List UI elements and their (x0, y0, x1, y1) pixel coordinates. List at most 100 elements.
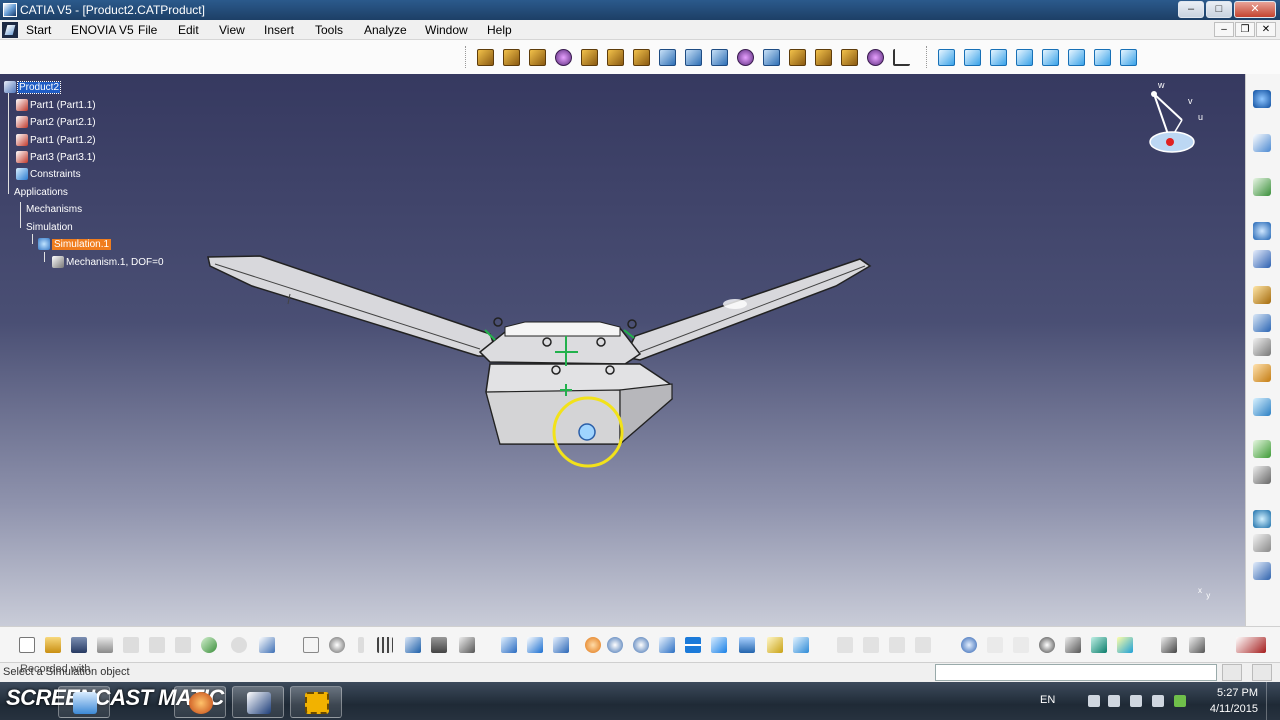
doc-restore-button[interactable]: ❐ (1235, 22, 1255, 37)
menu-analyze[interactable]: Analyze (364, 23, 407, 37)
clock-time[interactable]: 5:27 PM (1217, 687, 1258, 699)
cylindrical-joint-icon[interactable] (525, 46, 549, 68)
doc-minimize-button[interactable]: – (1214, 22, 1234, 37)
point-surface-joint-icon[interactable] (733, 46, 757, 68)
minimize-button[interactable]: – (1178, 1, 1204, 18)
axis-system-joint-icon[interactable] (889, 46, 913, 68)
redo-icon[interactable] (228, 635, 250, 655)
compass-widget[interactable]: w v u (1140, 80, 1210, 160)
3d-viewport[interactable]: Product2 Part1 (Part1.1) Part2 (Part2.1)… (0, 74, 1245, 626)
cv-joint-icon[interactable] (785, 46, 809, 68)
catalog-icon[interactable] (402, 635, 424, 655)
laws-icon[interactable] (1253, 534, 1273, 554)
status-button-2[interactable] (1252, 664, 1272, 681)
iso-view-icon[interactable] (934, 46, 958, 68)
sensors-icon[interactable] (1253, 440, 1273, 460)
show-desktop-button[interactable] (1266, 682, 1280, 720)
open-icon[interactable] (42, 635, 64, 655)
taskbar-catia-button[interactable] (232, 686, 284, 718)
named-views-icon[interactable] (1116, 46, 1140, 68)
revolute-joint-icon[interactable] (473, 46, 497, 68)
fly-mode-icon[interactable] (498, 635, 520, 655)
mechanism-analysis-icon[interactable] (1253, 398, 1273, 418)
rack-joint-icon[interactable] (837, 46, 861, 68)
network-icon[interactable] (1108, 695, 1120, 707)
menu-insert[interactable]: Insert (264, 23, 294, 37)
assembly-constraint-icon[interactable] (1253, 338, 1273, 358)
menu-start[interactable]: Start (26, 23, 51, 37)
3d-model[interactable] (0, 74, 1245, 626)
taskbar-screencast-button[interactable] (290, 686, 342, 718)
maximize-button[interactable]: □ (1206, 1, 1232, 18)
render-style-icon[interactable] (736, 635, 758, 655)
formula-icon[interactable] (300, 635, 322, 655)
zoom-in-icon[interactable] (604, 635, 626, 655)
back-view-icon[interactable] (986, 46, 1010, 68)
speeds-accelerations-icon[interactable] (1253, 364, 1273, 384)
tree-expand-icon[interactable] (456, 635, 478, 655)
fixed-part-icon[interactable] (1253, 314, 1273, 334)
doc-close-button[interactable]: ✕ (1256, 22, 1276, 37)
menu-file[interactable]: File (138, 23, 157, 37)
planar-joint-icon[interactable] (603, 46, 627, 68)
toolbar-grip[interactable] (926, 46, 929, 68)
clock-date[interactable]: 4/11/2015 (1210, 703, 1258, 715)
menu-tools[interactable]: Tools (315, 23, 343, 37)
mechanism-dressup-icon[interactable] (1253, 286, 1273, 306)
menu-help[interactable]: Help (487, 23, 512, 37)
right-view-icon[interactable] (1038, 46, 1062, 68)
lock-icon[interactable] (428, 635, 450, 655)
language-indicator[interactable]: EN (1040, 694, 1055, 706)
catia-workbench-icon[interactable] (1253, 90, 1273, 110)
menu-view[interactable]: View (219, 23, 245, 37)
paste-icon[interactable] (172, 635, 194, 655)
universal-joint-icon[interactable] (759, 46, 783, 68)
left-view-icon[interactable] (1012, 46, 1036, 68)
grid-icon[interactable] (374, 635, 396, 655)
copy-icon[interactable] (146, 635, 168, 655)
last-step-icon[interactable] (1010, 635, 1032, 655)
simulate-with-commands-icon[interactable] (1253, 250, 1273, 270)
zoom-out-icon[interactable] (630, 635, 652, 655)
roll-curve-joint-icon[interactable] (707, 46, 731, 68)
apply-material-icon[interactable] (1114, 635, 1136, 655)
taskbar-explorer-button[interactable] (58, 686, 110, 718)
material-icon[interactable] (1088, 635, 1110, 655)
search-icon[interactable] (1036, 635, 1058, 655)
catia-start-icon[interactable] (2, 22, 18, 38)
slide-curve-joint-icon[interactable] (681, 46, 705, 68)
flag-icon[interactable] (1130, 695, 1142, 707)
prismatic-joint-icon[interactable] (499, 46, 523, 68)
manipulation-icon[interactable] (1253, 178, 1273, 198)
quick-view-icon[interactable] (708, 635, 730, 655)
swap-space-icon[interactable] (790, 635, 812, 655)
top-view-icon[interactable] (1064, 46, 1088, 68)
distance-band-icon[interactable] (1253, 562, 1273, 582)
catia-app-icon[interactable] (3, 3, 17, 17)
rotate-icon[interactable] (582, 635, 604, 655)
select-arrow-icon[interactable] (1253, 134, 1273, 154)
first-step-icon[interactable] (984, 635, 1006, 655)
exit-icon[interactable] (1186, 635, 1208, 655)
new-icon[interactable] (16, 635, 38, 655)
spherical-joint-icon[interactable] (577, 46, 601, 68)
power-input-field[interactable] (935, 664, 1217, 681)
whats-this-icon[interactable] (256, 635, 278, 655)
menu-window[interactable]: Window (425, 23, 468, 37)
rigid-joint-icon[interactable] (629, 46, 653, 68)
snap-icon[interactable] (958, 635, 980, 655)
hide-show-icon[interactable] (764, 635, 786, 655)
close-button[interactable]: ✕ (1234, 1, 1276, 18)
knowledge-icon[interactable] (326, 635, 348, 655)
screw-joint-icon[interactable] (551, 46, 575, 68)
expand-toolbar-icon[interactable] (1158, 635, 1180, 655)
pan-icon[interactable] (550, 635, 572, 655)
bottom-view-icon[interactable] (1090, 46, 1114, 68)
cloud-icon[interactable] (1174, 695, 1186, 707)
analysis-icon[interactable] (1062, 635, 1084, 655)
taskbar-firefox-button[interactable] (174, 686, 226, 718)
multi-view-icon[interactable] (682, 635, 704, 655)
menu-edit[interactable]: Edit (178, 23, 199, 37)
undo-icon[interactable] (198, 635, 220, 655)
bluetooth-icon[interactable] (1088, 695, 1100, 707)
